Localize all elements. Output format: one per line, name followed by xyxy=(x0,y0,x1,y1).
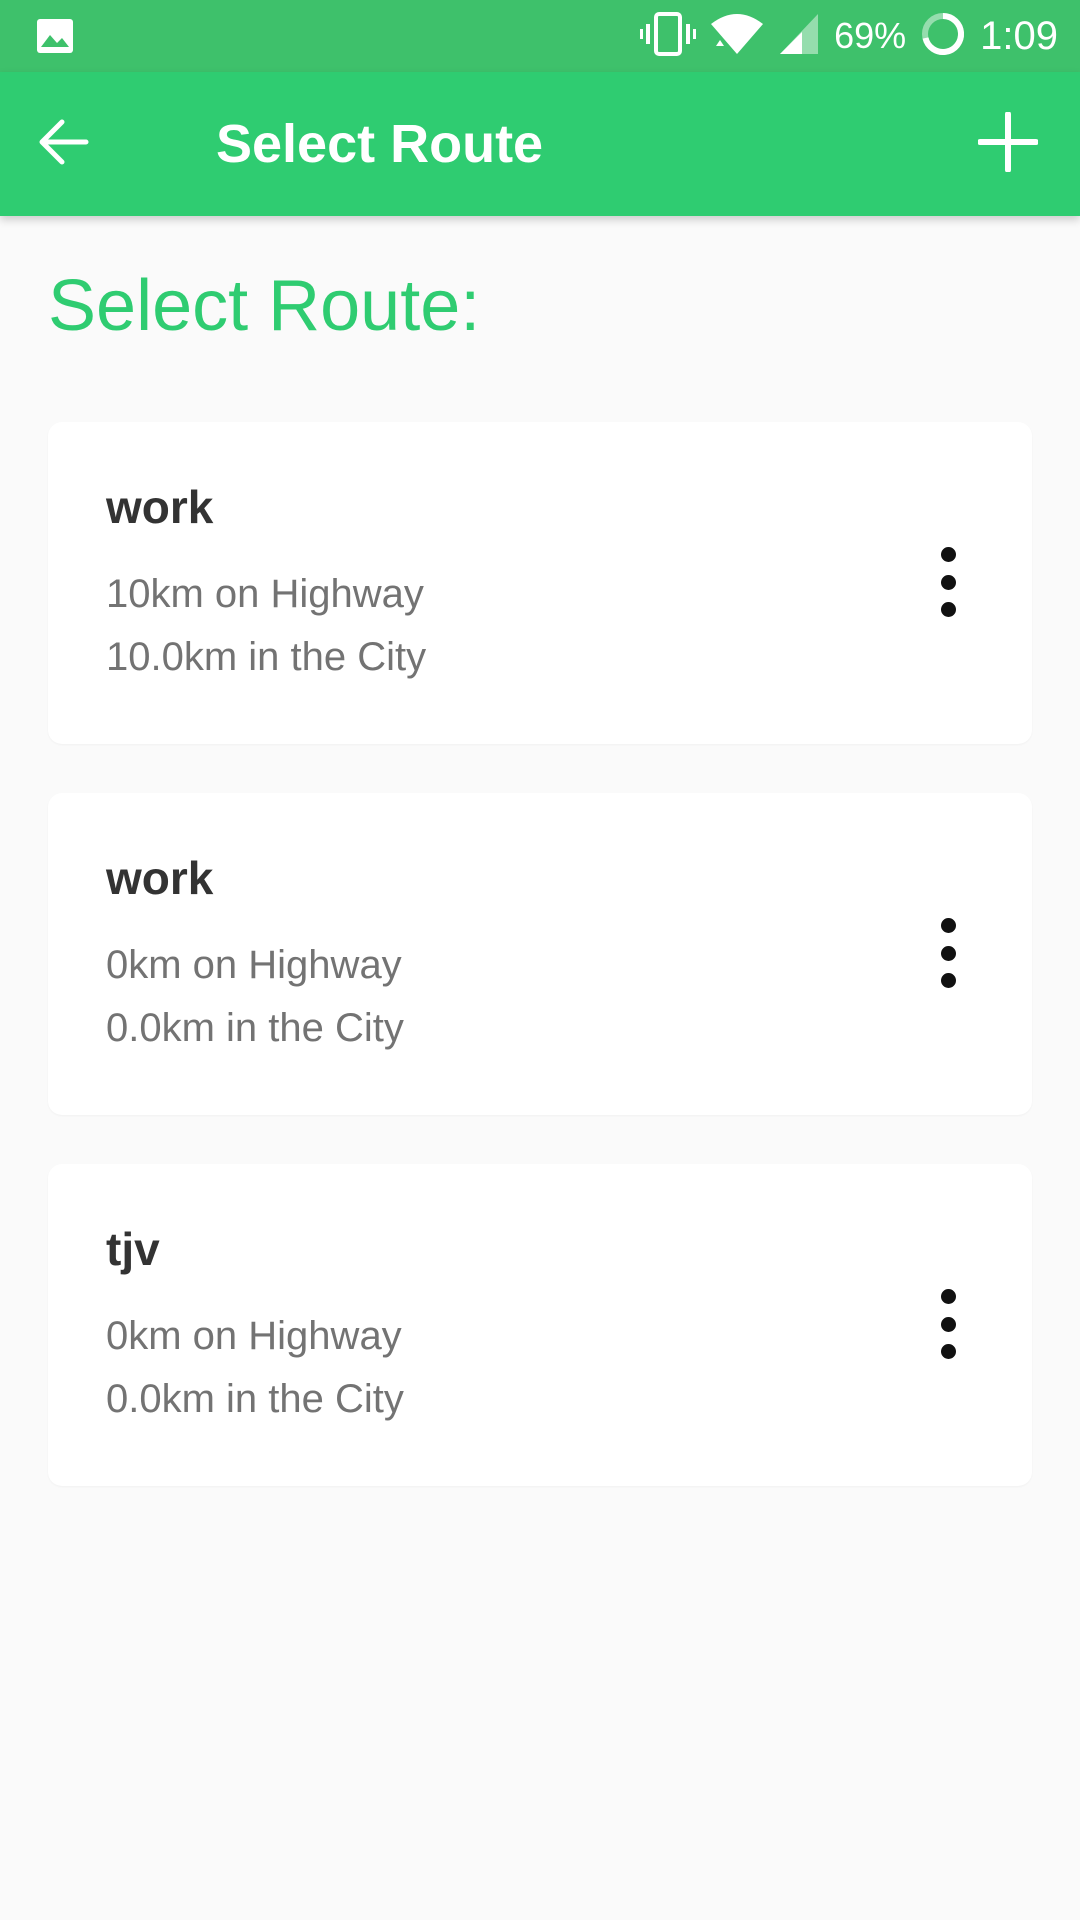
more-vert-icon xyxy=(940,547,956,562)
vibrate-icon xyxy=(640,11,697,61)
page-title: Select Route: xyxy=(48,266,481,346)
route-city-distance: 0.0km in the City xyxy=(106,1006,404,1050)
route-card[interactable]: work 0km on Highway 0.0km in the City xyxy=(48,793,1032,1115)
more-vert-icon xyxy=(940,918,956,933)
battery-ring-icon xyxy=(920,11,966,62)
add-route-button[interactable] xyxy=(960,96,1056,192)
more-options-button[interactable] xyxy=(928,918,968,988)
route-city-distance: 10.0km in the City xyxy=(106,635,427,679)
route-city-distance: 0.0km in the City xyxy=(106,1377,404,1421)
plus-icon xyxy=(977,110,1039,177)
clock: 1:09 xyxy=(980,13,1058,58)
route-name: tjv xyxy=(106,1223,160,1275)
more-options-button[interactable] xyxy=(928,547,968,617)
wifi-icon xyxy=(710,12,764,61)
app-bar-title: Select Route xyxy=(216,114,544,174)
more-options-button[interactable] xyxy=(928,1289,968,1359)
arrow-back-icon xyxy=(36,114,92,175)
route-card[interactable]: tjv 0km on Highway 0.0km in the City xyxy=(48,1164,1032,1486)
route-card[interactable]: work 10km on Highway 10.0km in the City xyxy=(48,422,1032,744)
app-bar: Select Route xyxy=(0,72,1080,216)
route-name: work xyxy=(106,481,214,533)
status-bar: 69% 1:09 xyxy=(0,0,1080,72)
more-vert-icon-dot xyxy=(940,1316,956,1332)
more-vert-icon-dot xyxy=(940,1344,956,1359)
image-icon xyxy=(36,18,74,54)
signal-icon xyxy=(778,12,820,61)
route-list: work 10km on Highway 10.0km in the City … xyxy=(48,422,1032,1535)
route-highway-distance: 0km on Highway xyxy=(106,1314,402,1358)
route-highway-distance: 10km on Highway xyxy=(106,572,424,616)
more-vert-icon xyxy=(940,1289,956,1304)
back-button[interactable] xyxy=(36,108,132,180)
battery-percent: 69% xyxy=(834,15,907,56)
more-vert-icon-dot xyxy=(940,973,956,988)
more-vert-icon-dot xyxy=(940,574,956,590)
route-name: work xyxy=(106,852,214,904)
route-highway-distance: 0km on Highway xyxy=(106,943,402,987)
more-vert-icon-dot xyxy=(940,945,956,961)
more-vert-icon-dot xyxy=(940,602,956,617)
status-icons: 69% 1:09 xyxy=(640,0,1058,72)
